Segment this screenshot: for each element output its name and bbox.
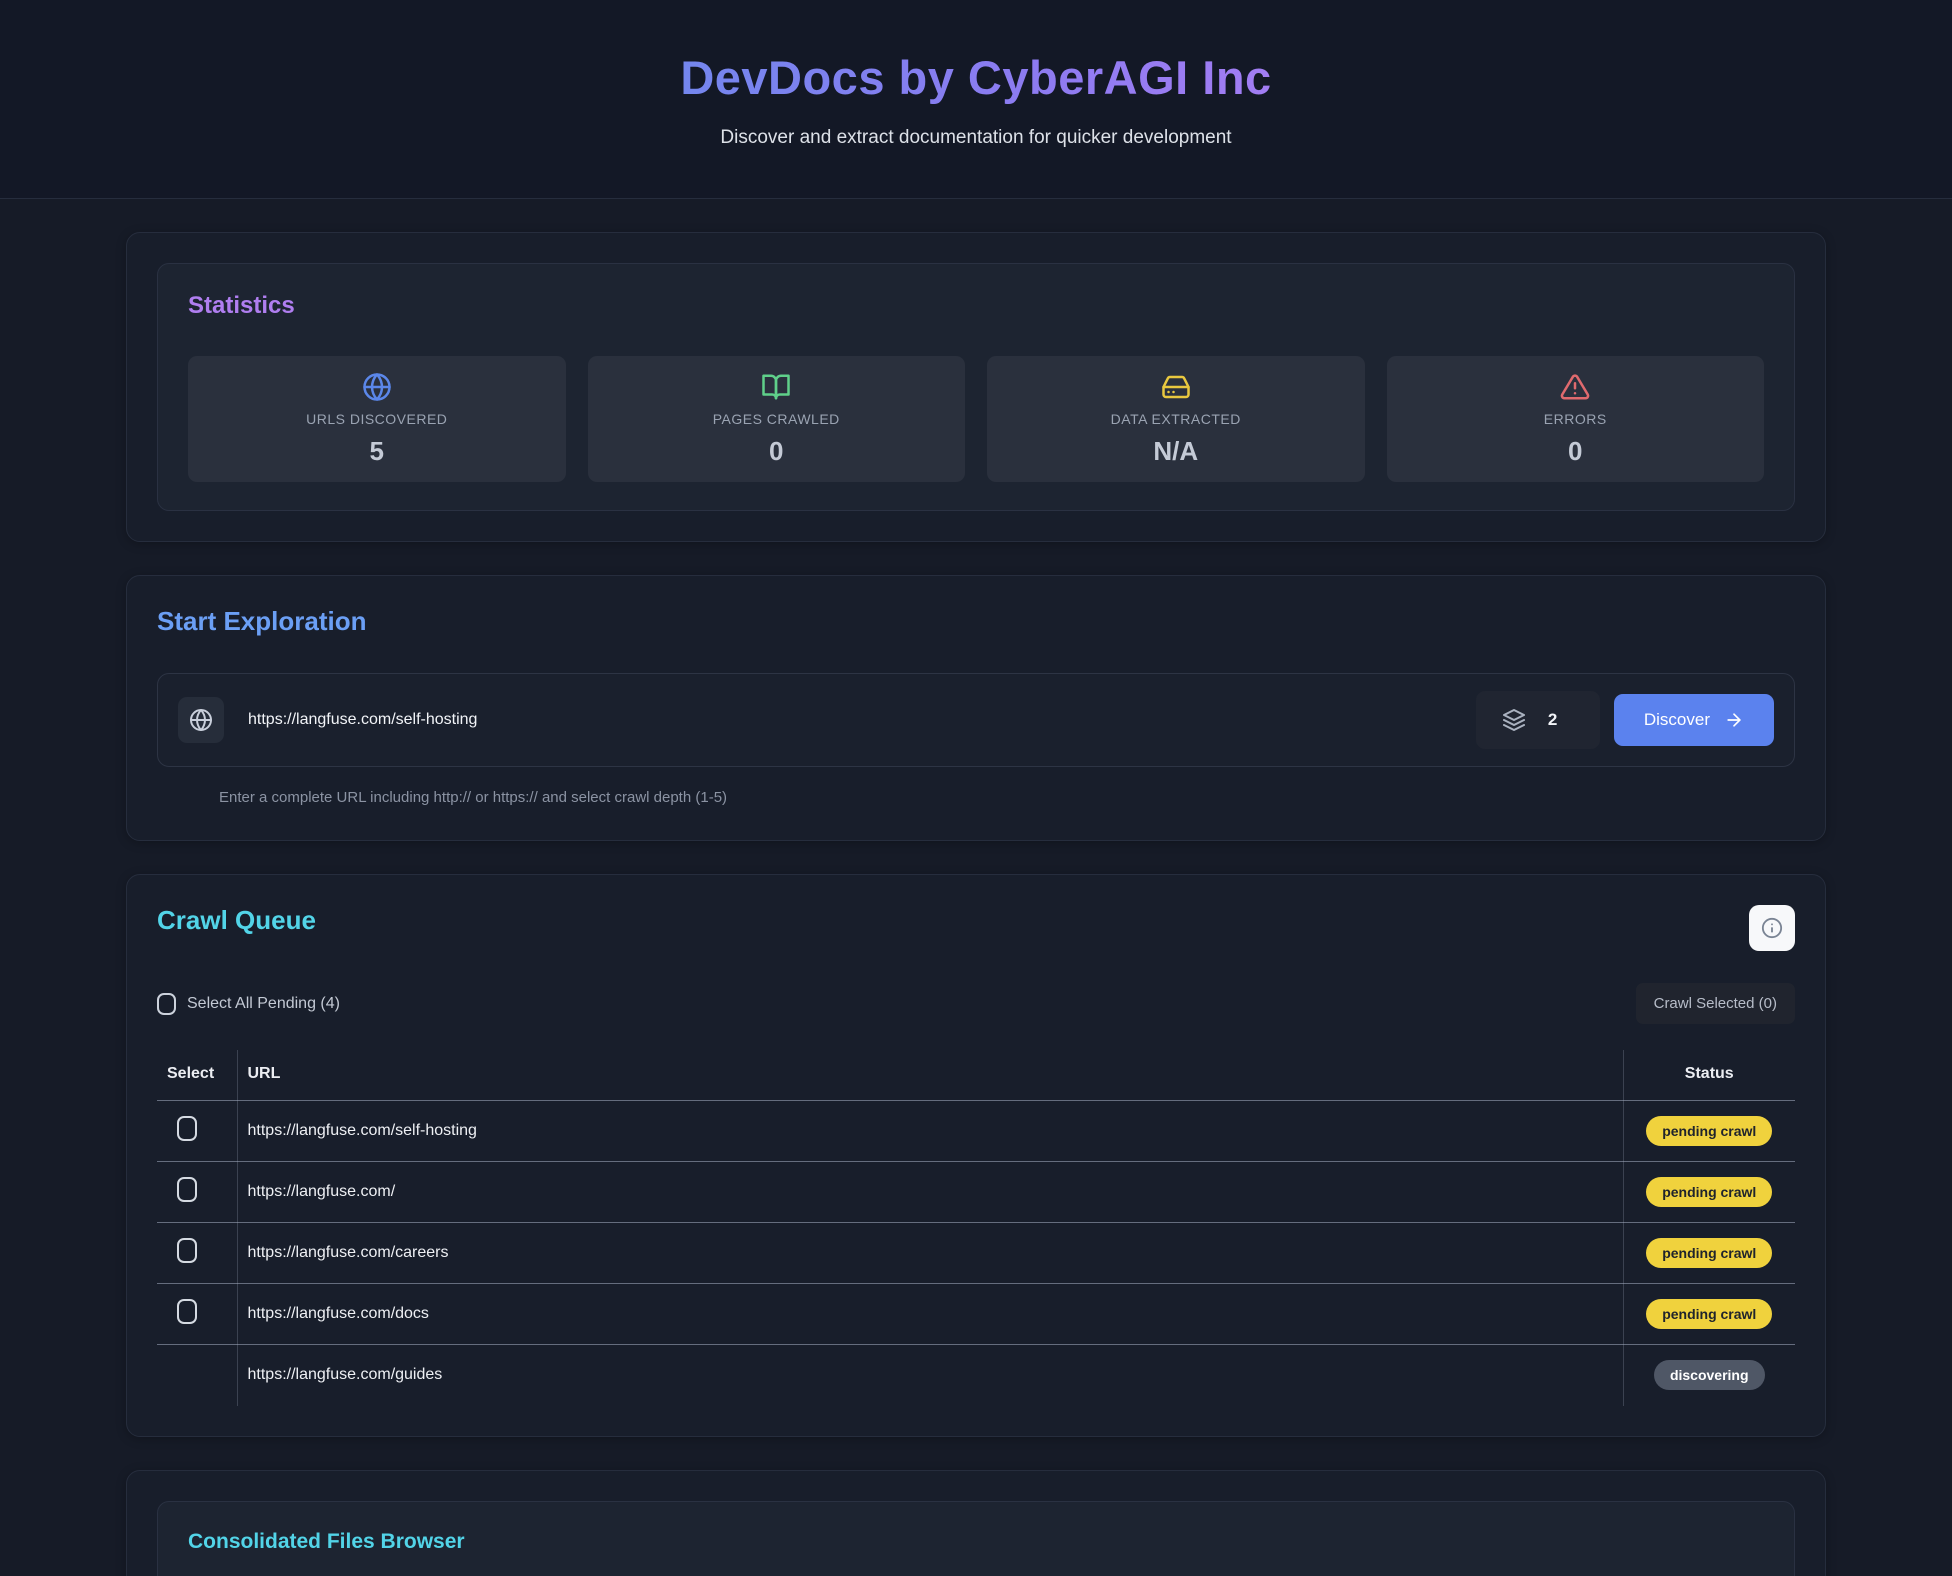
page-subtitle: Discover and extract documentation for q… [720,127,1231,149]
main-content: Statistics URLS DISCOVERED 5 PAGES CRAWL… [126,199,1826,1576]
stat-errors: ERRORS 0 [1387,356,1765,482]
row-url: https://langfuse.com/ [237,1162,1623,1223]
crawl-depth-control[interactable] [1476,691,1600,749]
statistics-heading: Statistics [188,292,1764,320]
stat-value: 0 [1568,436,1582,467]
crawl-queue-heading: Crawl Queue [157,905,316,936]
row-url: https://langfuse.com/guides [237,1345,1623,1406]
row-checkbox[interactable] [177,1116,197,1141]
stat-pages-crawled: PAGES CRAWLED 0 [588,356,966,482]
table-row: https://langfuse.com/careers pending cra… [157,1223,1795,1284]
statistics-card: Statistics URLS DISCOVERED 5 PAGES CRAWL… [157,263,1795,511]
app-header: DevDocs by CyberAGI Inc Discover and ext… [0,0,1952,199]
table-row: https://langfuse.com/self-hosting pendin… [157,1101,1795,1162]
arrow-right-icon [1724,710,1744,730]
hard-drive-icon [1161,372,1191,402]
row-checkbox[interactable] [177,1238,197,1263]
stat-value: 5 [370,436,384,467]
start-exploration-heading: Start Exploration [157,606,1795,637]
row-checkbox[interactable] [177,1299,197,1324]
status-badge: pending crawl [1646,1299,1772,1329]
table-row: https://langfuse.com/docs pending crawl [157,1284,1795,1345]
files-browser-heading: Consolidated Files Browser [188,1530,1764,1554]
url-input[interactable] [224,711,1476,729]
layers-icon [1502,708,1526,732]
row-url: https://langfuse.com/careers [237,1223,1623,1284]
crawl-queue-section: Crawl Queue Select All Pending (4) Crawl… [126,874,1826,1437]
alert-triangle-icon [1560,372,1590,402]
select-all-pending[interactable]: Select All Pending (4) [157,993,340,1015]
stat-value: 0 [769,436,783,467]
crawl-queue-table: Select URL Status https://langfuse.com/s… [157,1050,1795,1406]
column-header-status: Status [1623,1050,1795,1101]
column-header-select: Select [157,1050,237,1101]
select-all-checkbox[interactable] [157,993,176,1015]
stat-label: ERRORS [1544,411,1607,427]
stat-label: DATA EXTRACTED [1111,411,1241,427]
info-icon [1761,917,1783,939]
status-badge: pending crawl [1646,1238,1772,1268]
files-browser-card: Consolidated Files Browser docs_ag2_ai_l… [157,1501,1795,1576]
stat-label: PAGES CRAWLED [713,411,840,427]
row-url: https://langfuse.com/self-hosting [237,1101,1623,1162]
status-badge: discovering [1654,1360,1765,1390]
row-checkbox[interactable] [177,1177,197,1202]
status-badge: pending crawl [1646,1116,1772,1146]
book-open-icon [761,372,791,402]
statistics-grid: URLS DISCOVERED 5 PAGES CRAWLED 0 DATA E… [188,356,1764,482]
discover-button[interactable]: Discover [1614,694,1774,746]
statistics-section: Statistics URLS DISCOVERED 5 PAGES CRAWL… [126,232,1826,542]
select-all-label: Select All Pending (4) [187,995,340,1013]
crawl-selected-button[interactable]: Crawl Selected (0) [1636,983,1795,1024]
table-row: https://langfuse.com/ pending crawl [157,1162,1795,1223]
stat-urls-discovered: URLS DISCOVERED 5 [188,356,566,482]
stat-data-extracted: DATA EXTRACTED N/A [987,356,1365,482]
discover-button-label: Discover [1644,710,1710,730]
stat-value: N/A [1153,436,1198,467]
status-badge: pending crawl [1646,1177,1772,1207]
url-help-text: Enter a complete URL including http:// o… [219,789,1795,806]
start-exploration-section: Start Exploration Discover Enter a compl… [126,575,1826,841]
crawl-depth-input[interactable] [1548,710,1574,730]
files-browser-section: Consolidated Files Browser docs_ag2_ai_l… [126,1470,1826,1576]
column-header-url: URL [237,1050,1623,1101]
row-url: https://langfuse.com/docs [237,1284,1623,1345]
url-input-bar: Discover [157,673,1795,767]
globe-icon [362,372,392,402]
info-button[interactable] [1749,905,1795,951]
globe-icon [178,697,224,743]
table-row: https://langfuse.com/guides discovering [157,1345,1795,1406]
stat-label: URLS DISCOVERED [306,411,447,427]
page-title: DevDocs by CyberAGI Inc [680,50,1271,105]
